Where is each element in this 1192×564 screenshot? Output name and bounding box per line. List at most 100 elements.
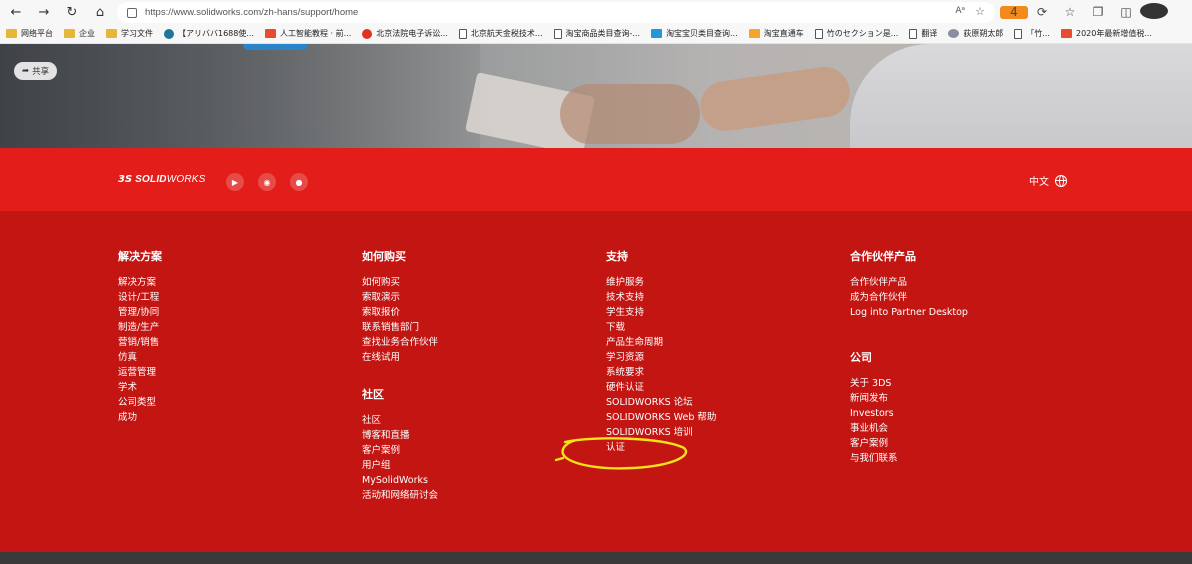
footer-link[interactable]: 营销/销售	[118, 335, 162, 350]
footer-link[interactable]: 成功	[118, 410, 162, 425]
bookmark-label: 人工智能教程 · 前...	[280, 29, 352, 38]
footer-link[interactable]: 学术	[118, 380, 162, 395]
footer-link[interactable]: 关于 3DS	[850, 376, 968, 391]
bookmark-label: 竹のセクション是...	[826, 29, 899, 38]
footer-link[interactable]: 新闻发布	[850, 391, 968, 406]
bookmark-label: 网络平台	[21, 29, 53, 38]
footer-link[interactable]: 技术支持	[606, 290, 716, 305]
share-button[interactable]: ➦ 共享	[14, 62, 58, 80]
bookmark-item[interactable]: 学习文件	[106, 28, 153, 39]
solidworks-logo[interactable]: 3S SOLIDWORKS	[118, 174, 206, 185]
bookmark-label: 企业	[79, 29, 95, 38]
bookmark-item[interactable]: 淘宝商品类目查询-...	[553, 28, 641, 39]
bookmark-item[interactable]: 人工智能教程 · 前...	[265, 28, 351, 39]
bookmark-item[interactable]: 淘宝宝贝类目查询...	[651, 28, 738, 39]
footer-link[interactable]: 系统要求	[606, 365, 716, 380]
footer-heading: 解决方案	[118, 250, 162, 263]
bookmark-item[interactable]: 淘宝直通车	[748, 28, 804, 39]
person-shape	[850, 44, 1192, 148]
footer-link[interactable]: SOLIDWORKS 培训	[606, 425, 716, 440]
refresh-icon[interactable]: ↻	[58, 0, 86, 24]
footer-link[interactable]: SOLIDWORKS 论坛	[606, 395, 716, 410]
profile-avatar[interactable]	[1140, 2, 1168, 22]
wechat-icon[interactable]: ●	[290, 173, 308, 191]
footer-link[interactable]: 认证	[606, 440, 716, 455]
collections-icon[interactable]: ❐	[1084, 5, 1112, 19]
bookmark-label: 淘宝宝贝类目查询...	[666, 29, 738, 38]
footer-link[interactable]: 客户案例	[362, 443, 438, 458]
footer-link[interactable]: 设计/工程	[118, 290, 162, 305]
footer-link[interactable]: Investors	[850, 406, 968, 421]
footer-link-list: 关于 3DS 新闻发布 Investors 事业机会 客户案例 与我们联系	[850, 376, 968, 466]
extension-badge-icon[interactable]: 4	[1000, 5, 1028, 19]
footer-link[interactable]: 产品生命周期	[606, 335, 716, 350]
language-selector[interactable]: 中文	[1029, 173, 1067, 188]
bookmark-label: 淘宝直通车	[763, 29, 804, 38]
footer-link[interactable]: 索取报价	[362, 305, 438, 320]
forward-arrow-icon[interactable]: →	[30, 0, 58, 24]
home-icon[interactable]: ⌂	[86, 0, 114, 24]
bookmark-label: 翻译	[921, 29, 938, 38]
footer-link[interactable]: 公司类型	[118, 395, 162, 410]
footer-heading: 如何购买	[362, 250, 406, 263]
footer-link-list: 解决方案 设计/工程 管理/协同 制造/生产 营销/销售 仿真 运营管理 学术 公司类型 成功	[118, 275, 162, 425]
url-text[interactable]: https://www.solidworks.com/zh-hans/suppo…	[145, 7, 358, 18]
bookmark-item[interactable]: 北京航天金税技术...	[458, 28, 543, 39]
bottom-dark-strip	[0, 552, 1192, 564]
footer-link[interactable]: 下载	[606, 320, 716, 335]
footer-link[interactable]: 学习资源	[606, 350, 716, 365]
favorites-icon[interactable]: ☆	[1056, 5, 1084, 19]
split-screen-icon[interactable]: ◫	[1112, 5, 1140, 19]
footer-link[interactable]: 合作伙伴产品	[850, 275, 968, 290]
weibo-icon[interactable]: ◉	[258, 173, 276, 191]
bookmark-item[interactable]: 「竹...	[1014, 28, 1050, 39]
footer-link[interactable]: 在线试用	[362, 350, 438, 365]
footer-link[interactable]: 管理/协同	[118, 305, 162, 320]
footer-link[interactable]: 索取演示	[362, 290, 438, 305]
footer-link[interactable]: 仿真	[118, 350, 162, 365]
bookmark-icon	[265, 29, 276, 38]
footer-link[interactable]: 社区	[362, 413, 438, 428]
footer-link[interactable]: 如何购买	[362, 275, 438, 290]
bookmark-item[interactable]: 企业	[64, 28, 95, 39]
footer-link[interactable]: 客户案例	[850, 436, 968, 451]
footer-link[interactable]: MySolidWorks	[362, 473, 438, 488]
bookmark-icon	[651, 29, 663, 38]
bookmark-item[interactable]: 【アリババ1688使...	[164, 28, 254, 39]
footer-link-list: 如何购买 索取演示 索取报价 联系销售部门 查找业务合作伙伴 在线试用	[362, 275, 438, 365]
footer-link[interactable]: 活动和网络研讨会	[362, 488, 438, 503]
bookmark-item[interactable]: 竹のセクション是...	[814, 28, 899, 39]
bookmark-label: 学习文件	[121, 29, 153, 38]
share-arrow-icon: ➦	[22, 66, 30, 76]
bookmark-item[interactable]: 网络平台	[6, 28, 53, 39]
footer-link[interactable]: 联系销售部门	[362, 320, 438, 335]
footer-link[interactable]: SOLIDWORKS Web 帮助	[606, 410, 716, 425]
footer-link[interactable]: 运营管理	[118, 365, 162, 380]
back-arrow-icon[interactable]: ←	[2, 0, 30, 24]
footer-link[interactable]: 学生支持	[606, 305, 716, 320]
refresh-extension-icon[interactable]: ⟳	[1028, 5, 1056, 19]
footer-link[interactable]: 硬件认证	[606, 380, 716, 395]
footer-link[interactable]: Log into Partner Desktop	[850, 305, 968, 320]
youku-icon[interactable]: ▶	[226, 173, 244, 191]
footer-link[interactable]: 制造/生产	[118, 320, 162, 335]
footer-link[interactable]: 与我们联系	[850, 451, 968, 466]
footer-link[interactable]: 成为合作伙伴	[850, 290, 968, 305]
footer-link[interactable]: 博客和直播	[362, 428, 438, 443]
bookmark-item[interactable]: 翻译	[909, 28, 937, 39]
bookmark-label: 淘宝商品类目查询-...	[565, 29, 641, 38]
bookmark-item[interactable]: 荻原朔太郎	[948, 28, 1003, 39]
bookmark-label: 北京法院电子诉讼...	[376, 29, 448, 38]
address-bar[interactable]: https://www.solidworks.com/zh-hans/suppo…	[117, 2, 995, 23]
bookmark-item[interactable]: 北京法院电子诉讼...	[362, 28, 448, 39]
read-aloud-icon[interactable]: Aᵃ	[955, 6, 965, 16]
bookmark-item[interactable]: 2020年最新增值税...	[1060, 28, 1152, 39]
site-footer: 解决方案 解决方案 设计/工程 管理/协同 制造/生产 营销/销售 仿真 运营管理 学术 公司类…	[0, 211, 1192, 552]
footer-link[interactable]: 用户组	[362, 458, 438, 473]
footer-link[interactable]: 查找业务合作伙伴	[362, 335, 438, 350]
hero-cta-button-edge[interactable]	[243, 44, 307, 50]
favorite-star-icon[interactable]: ☆	[975, 5, 985, 18]
footer-link[interactable]: 解决方案	[118, 275, 162, 290]
footer-link[interactable]: 维护服务	[606, 275, 716, 290]
footer-link[interactable]: 事业机会	[850, 421, 968, 436]
